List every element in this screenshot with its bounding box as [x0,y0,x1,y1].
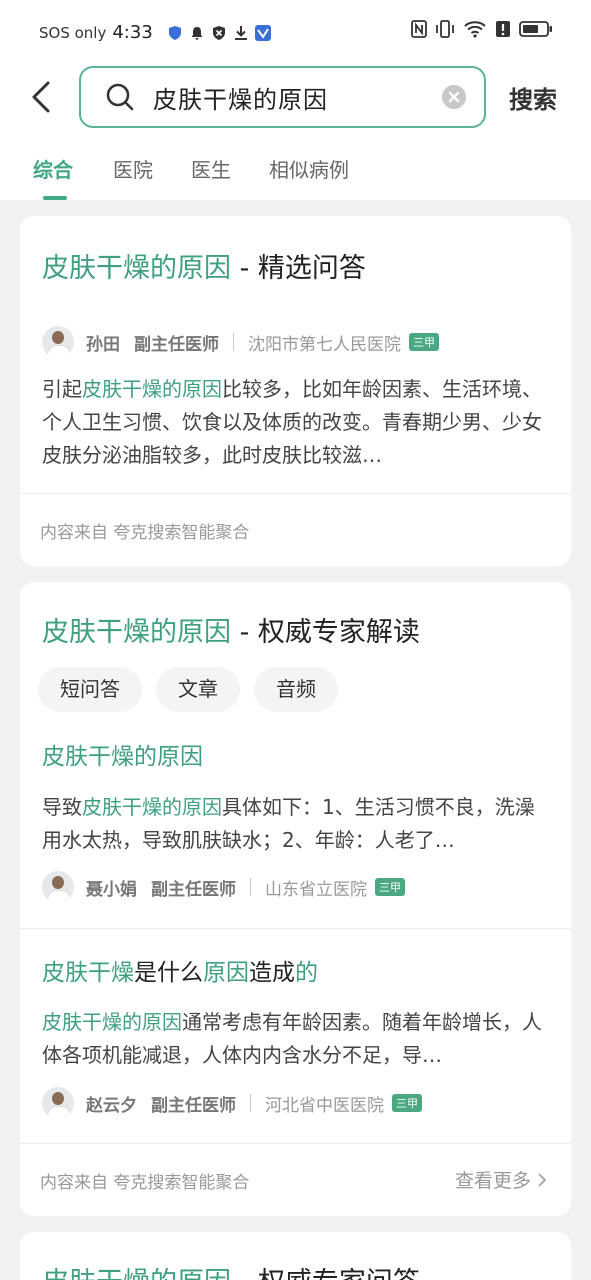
divider [20,493,571,494]
card-expert-interpretation: 皮肤干燥的原因 - 权威专家解读 短问答 文章 音频 皮肤干燥的原因 导致皮肤干… [20,582,571,1216]
doctor-name: 孙田 [86,334,120,355]
hospital-name: 沈阳市第七人民医院 [248,334,401,355]
tab-bar: 综合 医院 医生 相似病例 [0,152,591,200]
bell-icon [191,26,203,40]
hospital-grade-badge: 三甲 [409,333,439,351]
card-featured-qa[interactable]: 皮肤干燥的原因 - 精选问答 孙田 副主任医师 沈阳市第七人民医院 三甲 引起皮… [20,216,571,566]
source-note: 内容来自 夸克搜索智能聚合 [40,523,250,543]
carrier-text: SOS only [39,23,107,42]
hospital-name: 山东省立医院 [265,879,367,900]
separator [250,878,251,896]
doctor-row[interactable]: 孙田 副主任医师 沈阳市第七人民医院 三甲 [42,326,439,358]
download-icon [234,25,247,40]
search-header: 皮肤干燥的原因 搜索 综合 医院 医生 相似病例 [0,66,591,200]
tab-hospital[interactable]: 医院 [113,154,153,183]
separator [250,1094,251,1112]
doctor-title: 副主任医师 [134,334,219,355]
back-arrow-icon[interactable] [28,80,58,114]
wifi-icon [464,21,486,38]
doctor-title: 副主任医师 [151,879,236,900]
item-snippet[interactable]: 导致皮肤干燥的原因具体如下：1、生活习惯不良，洗澡用水太热，导致肌肤缺水；2、年… [42,791,548,857]
item-title[interactable]: 皮肤干燥是什么原因造成的 [42,953,318,987]
status-left: SOS only 4:33 [39,22,271,43]
hospital-name: 河北省中医医院 [265,1095,384,1116]
item-title[interactable]: 皮肤干燥的原因 [42,737,203,771]
nfc-icon [411,20,427,38]
search-query[interactable]: 皮肤干燥的原因 [153,80,328,115]
block-icon [212,25,225,40]
see-more-link[interactable]: 查看更多 [455,1166,547,1193]
doctor-name: 赵云夕 [86,1095,137,1116]
avatar [42,1087,74,1119]
divider [20,1143,571,1144]
avatar [42,326,74,358]
card-title[interactable]: 皮肤干燥的原因 - 权威专家问答 [42,1260,420,1280]
status-bar: SOS only 4:33 [0,0,591,66]
search-button[interactable]: 搜索 [509,80,557,115]
chevron-right-icon [538,1172,547,1187]
chip-audio[interactable]: 音频 [254,667,338,712]
battery-icon [519,21,552,37]
avatar [42,871,74,903]
active-tab-indicator [43,196,67,200]
source-note: 内容来自 夸克搜索智能聚合 [40,1173,250,1193]
content-type-chips: 短问答 文章 音频 [38,667,338,712]
separator [233,333,234,351]
search-input[interactable]: 皮肤干燥的原因 [79,66,486,128]
status-right [411,20,553,38]
doctor-row[interactable]: 聂小娟 副主任医师 山东省立医院 三甲 [42,871,405,903]
doctor-row[interactable]: 赵云夕 副主任医师 河北省中医医院 三甲 [42,1087,422,1119]
doctor-title: 副主任医师 [151,1095,236,1116]
chip-article[interactable]: 文章 [156,667,240,712]
alert-icon [496,21,510,37]
card-expert-qa[interactable]: 皮肤干燥的原因 - 权威专家问答 [20,1232,571,1280]
tab-comprehensive[interactable]: 综合 [33,154,73,183]
tab-doctor[interactable]: 医生 [191,154,231,183]
hospital-grade-badge: 三甲 [375,878,405,896]
doctor-name: 聂小娟 [86,879,137,900]
card-title[interactable]: 皮肤干燥的原因 - 精选问答 [42,246,366,285]
shield-icon [168,25,181,40]
card-title[interactable]: 皮肤干燥的原因 - 权威专家解读 [42,610,420,649]
hospital-grade-badge: 三甲 [392,1094,422,1112]
search-icon [106,83,134,111]
answer-snippet[interactable]: 引起皮肤干燥的原因比较多，比如年龄因素、生活环境、个人卫生习惯、饮食以及体质的改… [42,373,548,472]
tab-similar-cases[interactable]: 相似病例 [269,154,349,183]
clear-icon[interactable] [442,85,466,109]
clock: 4:33 [112,22,153,43]
divider [20,928,571,929]
app-notification-icon [254,24,271,41]
item-snippet[interactable]: 皮肤干燥的原因通常考虑有年龄因素。随着年龄增长，人体各项机能减退，人体内内含水分… [42,1006,548,1072]
vibrate-icon [436,20,454,38]
chip-short-qa[interactable]: 短问答 [38,667,142,712]
